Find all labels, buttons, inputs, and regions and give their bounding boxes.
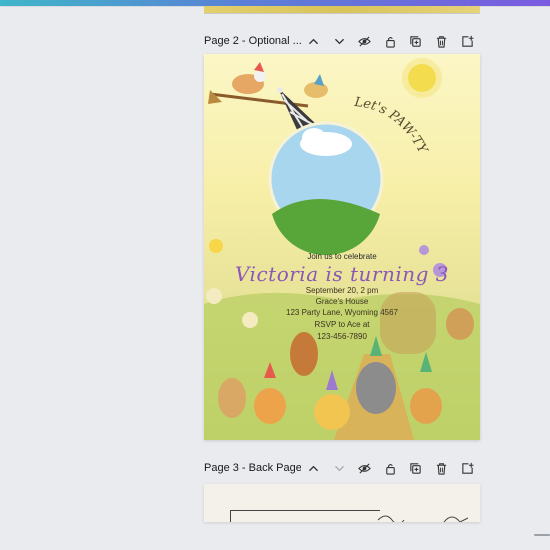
lock-icon <box>386 463 395 475</box>
eye-icon <box>358 462 372 474</box>
add-page-button[interactable] <box>454 31 480 51</box>
broom-bristles <box>208 90 222 104</box>
chevron-up-icon <box>309 38 318 44</box>
page-3-header: Page 3 - Back Page <box>204 458 480 478</box>
phone-text: 123-456-7890 <box>317 332 367 341</box>
move-page-down-button[interactable] <box>326 458 352 478</box>
yellow-cat <box>314 394 350 430</box>
intro-text: Join us to celebrate <box>307 252 377 261</box>
page-3-title[interactable]: Page 3 - Back Page <box>204 462 301 474</box>
delete-page-button[interactable] <box>429 458 455 478</box>
chevron-down-icon <box>334 38 344 44</box>
trash-icon <box>436 35 447 48</box>
back-page-frame-left <box>230 510 231 522</box>
move-page-up-button[interactable] <box>301 458 327 478</box>
duplicate-icon <box>410 462 422 474</box>
rsvp-text: RSVP to Ace at <box>314 320 370 329</box>
hide-page-button[interactable] <box>352 458 378 478</box>
shiba-dog <box>410 388 442 424</box>
collie-dog <box>356 362 396 414</box>
bunny <box>218 378 246 418</box>
add-page-icon <box>461 462 474 474</box>
lock-icon <box>386 36 395 48</box>
back-page-doodle <box>377 515 469 522</box>
lock-page-button[interactable] <box>377 31 403 51</box>
lock-page-button[interactable] <box>377 458 403 478</box>
hill <box>272 199 380 256</box>
cat-head <box>254 70 266 82</box>
sun <box>408 64 436 92</box>
page-1-thumbnail-bottom[interactable] <box>204 6 480 14</box>
move-page-down-button[interactable] <box>326 31 352 51</box>
address-text: 123 Party Lane, Wyoming 4567 <box>286 308 398 317</box>
dog-on-broom <box>304 82 328 98</box>
add-page-button[interactable] <box>454 458 480 478</box>
sunflower <box>209 239 223 253</box>
page-3-canvas[interactable] <box>204 484 480 522</box>
duplicate-page-button[interactable] <box>403 458 429 478</box>
page-2-header: Page 2 - Optional ... <box>204 31 480 51</box>
back-page-frame-top <box>230 510 380 511</box>
cloud-puff <box>302 128 326 148</box>
chevron-up-icon <box>309 465 318 471</box>
headline-text: Victoria is turning 3 <box>234 262 450 286</box>
scrollbar-hint[interactable] <box>534 534 550 536</box>
cat-party-hat <box>254 62 264 72</box>
page-2-canvas[interactable]: Let's PAW-TY Join us to celebrate Victor… <box>204 54 480 440</box>
duplicate-page-button[interactable] <box>403 31 429 51</box>
orange-cat <box>254 388 286 424</box>
duplicate-icon <box>410 35 422 47</box>
trash-icon <box>436 462 447 475</box>
move-page-up-button[interactable] <box>301 31 327 51</box>
page-2-title[interactable]: Page 2 - Optional ... <box>204 35 301 47</box>
add-page-icon <box>461 35 474 47</box>
party-hat-pompom <box>277 87 283 93</box>
invitation-artwork: Let's PAW-TY <box>204 58 480 440</box>
date-text: September 20, 2 pm <box>305 286 379 295</box>
dog-party-hat <box>314 74 324 86</box>
eye-icon <box>358 35 372 47</box>
hide-page-button[interactable] <box>352 31 378 51</box>
venue-text: Grace's House <box>315 297 369 306</box>
delete-page-button[interactable] <box>429 31 455 51</box>
chevron-down-icon <box>334 465 344 471</box>
